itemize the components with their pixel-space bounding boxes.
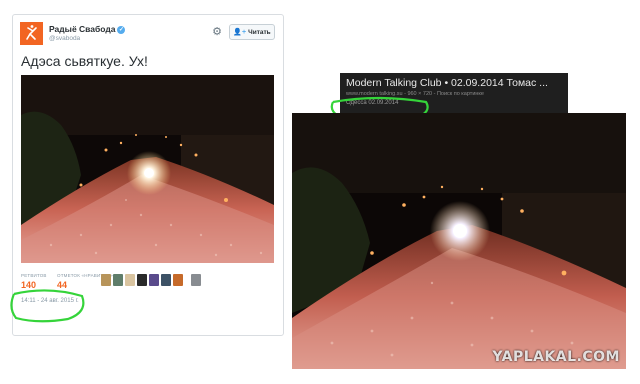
liberty-logo-icon[interactable]: [20, 22, 43, 45]
tweet-photo[interactable]: [21, 75, 274, 263]
account-name[interactable]: Радыё Свабода ✓: [49, 24, 126, 34]
crowd-photo-image: [292, 113, 626, 369]
crowd-photo-image: [21, 75, 274, 263]
retweet-count: 140: [21, 280, 37, 290]
watermark: YAPLAKAL.COM: [492, 349, 620, 365]
search-result-title[interactable]: Modern Talking Club • 02.09.2014 Томас .…: [346, 77, 548, 89]
liked-by-avatars: [101, 274, 201, 286]
search-result-meta: www.modern talking.su - 960 × 720 - Поис…: [346, 91, 484, 97]
tweet-timestamp[interactable]: 14:11 - 24 авг. 2015 г.: [21, 298, 79, 304]
avatar[interactable]: [113, 274, 123, 286]
retweet-stat[interactable]: РЕТВИТОВ 140: [21, 273, 47, 290]
avatar[interactable]: [173, 274, 183, 286]
gear-icon[interactable]: ⚙: [211, 26, 223, 38]
tweet-card: Радыё Свабода ✓ @svaboda ⚙ 👤+ Читать Адэс…: [12, 14, 284, 336]
avatar[interactable]: [101, 274, 111, 286]
image-search-result[interactable]: Modern Talking Club • 02.09.2014 Томас .…: [340, 73, 568, 113]
retweet-label: РЕТВИТОВ: [21, 273, 47, 278]
search-result-photo[interactable]: YAPLAKAL.COM: [292, 113, 626, 369]
search-result-caption: Одесса 02.09.2014: [346, 100, 399, 106]
account-name-text[interactable]: Радыё Свабода: [49, 24, 115, 34]
follow-button-label: Читать: [248, 28, 271, 36]
account-handle[interactable]: @svaboda: [49, 35, 80, 42]
avatar[interactable]: [137, 274, 147, 286]
follow-button[interactable]: 👤+ Читать: [229, 24, 275, 40]
follow-icon: 👤+: [233, 29, 247, 36]
verified-icon: ✓: [117, 25, 126, 34]
tweet-text: Адэса сьвяткуе. Ух!: [21, 53, 148, 69]
avatar[interactable]: [149, 274, 159, 286]
avatar[interactable]: [125, 274, 135, 286]
avatar[interactable]: [191, 274, 201, 286]
avatar[interactable]: [161, 274, 171, 286]
